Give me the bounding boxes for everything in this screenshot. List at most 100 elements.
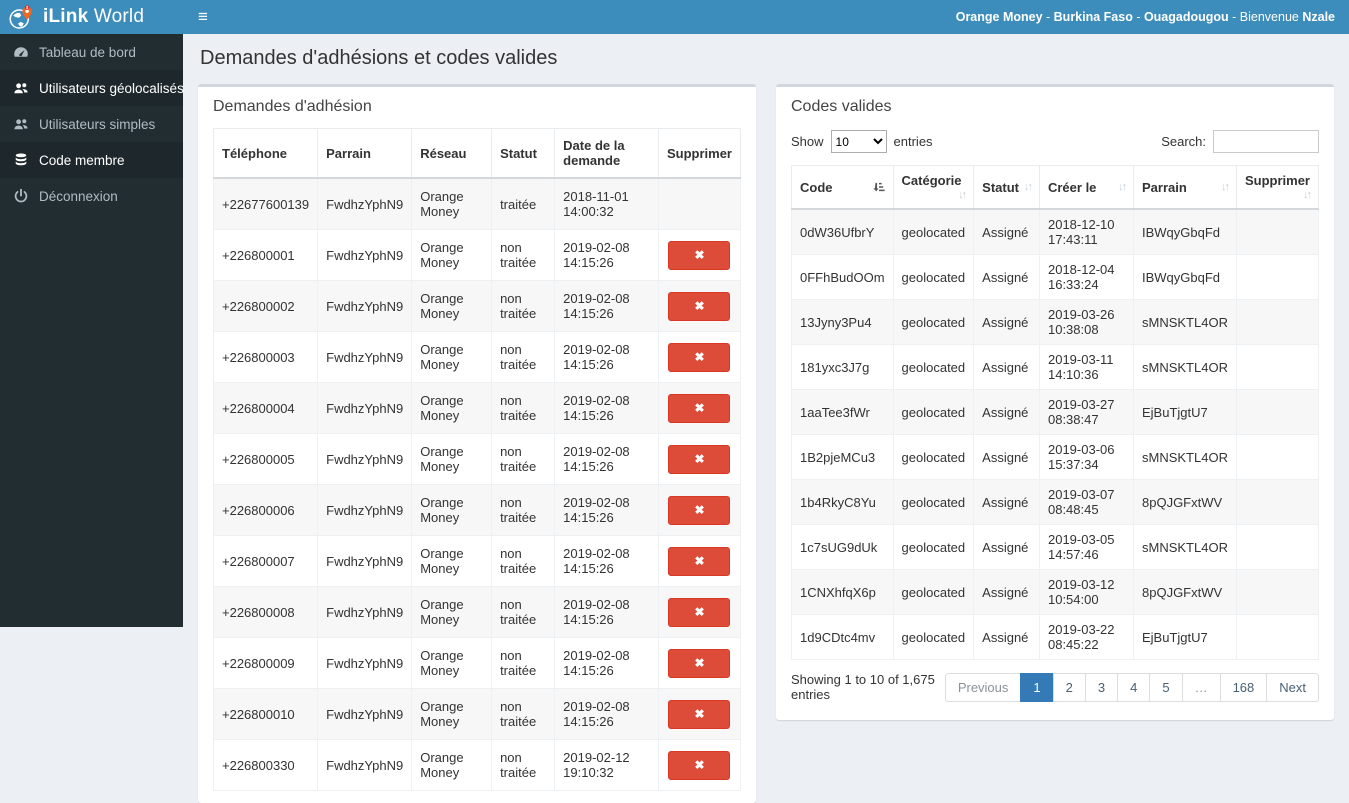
delete-button[interactable]: ✖ (668, 700, 730, 729)
cell: geolocated (893, 300, 974, 345)
delete-button[interactable]: ✖ (668, 649, 730, 678)
pagination-next-button[interactable]: Next (1266, 673, 1319, 702)
cell (1236, 255, 1318, 300)
cell: 181yxc3J7g (792, 345, 894, 390)
cell: Orange Money (412, 332, 492, 383)
sidebar-item-code-membre[interactable]: Code membre (0, 142, 183, 178)
table-row: +226800330FwdhzYphN9Orange Moneynon trai… (214, 740, 741, 791)
user-info-segment: Nzale (1302, 10, 1335, 24)
pagination-page-button[interactable]: 1 (1020, 673, 1053, 702)
cell: 2018-11-01 14:00:32 (555, 178, 659, 230)
cell: +226800003 (214, 332, 318, 383)
globe-pin-logo-icon: $ (8, 4, 35, 31)
sidebar-toggle-button[interactable]: ≡ (183, 0, 223, 34)
column-header: Date de la demande (555, 129, 659, 179)
delete-cell: ✖ (658, 689, 740, 740)
cell: +226800007 (214, 536, 318, 587)
sidebar-item-utilisateurs-simples[interactable]: Utilisateurs simples (0, 106, 183, 142)
delete-button[interactable]: ✖ (668, 598, 730, 627)
cell: FwdhzYphN9 (318, 230, 412, 281)
sidebar: Tableau de bord Utilisateurs géolocalisé… (0, 34, 183, 627)
power-icon (13, 188, 29, 204)
delete-button[interactable]: ✖ (668, 394, 730, 423)
sidebar-item-deconnexion[interactable]: Déconnexion (0, 178, 183, 214)
column-header-label: Statut (500, 146, 537, 161)
search-input[interactable] (1213, 130, 1319, 153)
cell: 2019-03-11 14:10:36 (1039, 345, 1133, 390)
cell: non traitée (492, 485, 555, 536)
pagination-page-button[interactable]: 5 (1149, 673, 1182, 702)
column-header[interactable]: Statut↓↑ (974, 166, 1040, 210)
delete-cell: ✖ (658, 332, 740, 383)
table-row: +226800001FwdhzYphN9Orange Moneynon trai… (214, 230, 741, 281)
delete-cell: ✖ (658, 434, 740, 485)
cell: 2019-03-06 15:37:34 (1039, 435, 1133, 480)
pagination-page-button[interactable]: 3 (1085, 673, 1118, 702)
cell: IBWqyGbqFd (1134, 255, 1237, 300)
cell: 2019-02-08 14:15:26 (555, 536, 659, 587)
pagination-previous-button: Previous (945, 673, 1022, 702)
table-row: +22677600139FwdhzYphN9Orange Moneytraité… (214, 178, 741, 230)
delete-button[interactable]: ✖ (668, 547, 730, 576)
sort-icon: ↓↑ (1221, 181, 1228, 193)
delete-button[interactable]: ✖ (668, 241, 730, 270)
delete-button[interactable]: ✖ (668, 445, 730, 474)
cell: +226800005 (214, 434, 318, 485)
page-title: Demandes d'adhésions et codes valides (200, 47, 1334, 70)
cell: EjBuTjgtU7 (1134, 390, 1237, 435)
cell: geolocated (893, 525, 974, 570)
column-header[interactable]: Supprimer↓↑ (1236, 166, 1318, 210)
cell: Assigné (974, 255, 1040, 300)
pagination: Previous12345…168Next (945, 673, 1319, 702)
sidebar-item-tableau-de-bord[interactable]: Tableau de bord (0, 34, 183, 70)
cell: FwdhzYphN9 (318, 689, 412, 740)
cell: 2019-03-27 08:38:47 (1039, 390, 1133, 435)
cell: geolocated (893, 345, 974, 390)
column-header[interactable]: Catégorie↓↑ (893, 166, 974, 210)
cell: 2019-02-08 14:15:26 (555, 332, 659, 383)
cell: Orange Money (412, 638, 492, 689)
cell: geolocated (893, 209, 974, 255)
column-header-label: Date de la demande (563, 138, 624, 168)
brand-title: iLink World (43, 6, 144, 28)
delete-cell: ✖ (658, 383, 740, 434)
codes-panel-title: Codes valides (776, 87, 1334, 122)
cell: non traitée (492, 587, 555, 638)
cell: 2019-03-12 10:54:00 (1039, 570, 1133, 615)
cell: non traitée (492, 689, 555, 740)
column-header[interactable]: Créer le↓↑ (1039, 166, 1133, 210)
user-info-segment: - (1043, 10, 1054, 24)
top-navbar: $ iLink World ≡ Orange Money - Burkina F… (0, 0, 1349, 34)
cell: 2019-02-08 14:15:26 (555, 434, 659, 485)
cell: Orange Money (412, 383, 492, 434)
cell: non traitée (492, 740, 555, 791)
cell: sMNSKTL4OR (1134, 300, 1237, 345)
column-header[interactable]: Code (792, 166, 894, 210)
cell: sMNSKTL4OR (1134, 435, 1237, 480)
brand-logo[interactable]: $ iLink World (0, 0, 183, 34)
cell: 8pQJGFxtWV (1134, 480, 1237, 525)
table-row: +226800007FwdhzYphN9Orange Moneynon trai… (214, 536, 741, 587)
cell: non traitée (492, 230, 555, 281)
sidebar-item-utilisateurs-geolocalises[interactable]: Utilisateurs géolocalisés (0, 70, 183, 106)
pagination-page-button[interactable]: 168 (1220, 673, 1268, 702)
cell: 0FFhBudOOm (792, 255, 894, 300)
column-header-label: Parrain (1142, 180, 1187, 195)
delete-button[interactable]: ✖ (668, 496, 730, 525)
cell: +226800009 (214, 638, 318, 689)
delete-button[interactable]: ✖ (668, 343, 730, 372)
delete-button[interactable]: ✖ (668, 292, 730, 321)
pagination-page-button[interactable]: 2 (1053, 673, 1086, 702)
cell: Orange Money (412, 740, 492, 791)
entries-label: entries (894, 134, 933, 149)
cell: non traitée (492, 638, 555, 689)
column-header: Statut (492, 129, 555, 179)
pagination-page-button[interactable]: 4 (1117, 673, 1150, 702)
column-header: Supprimer (658, 129, 740, 179)
column-header[interactable]: Parrain ↓↑ (1134, 166, 1237, 210)
cell: 1aaTee3fWr (792, 390, 894, 435)
adhesions-table: TéléphoneParrainRéseauStatutDate de la d… (213, 128, 741, 791)
cell: FwdhzYphN9 (318, 178, 412, 230)
delete-button[interactable]: ✖ (668, 751, 730, 780)
page-length-select[interactable]: 10 (831, 130, 887, 153)
